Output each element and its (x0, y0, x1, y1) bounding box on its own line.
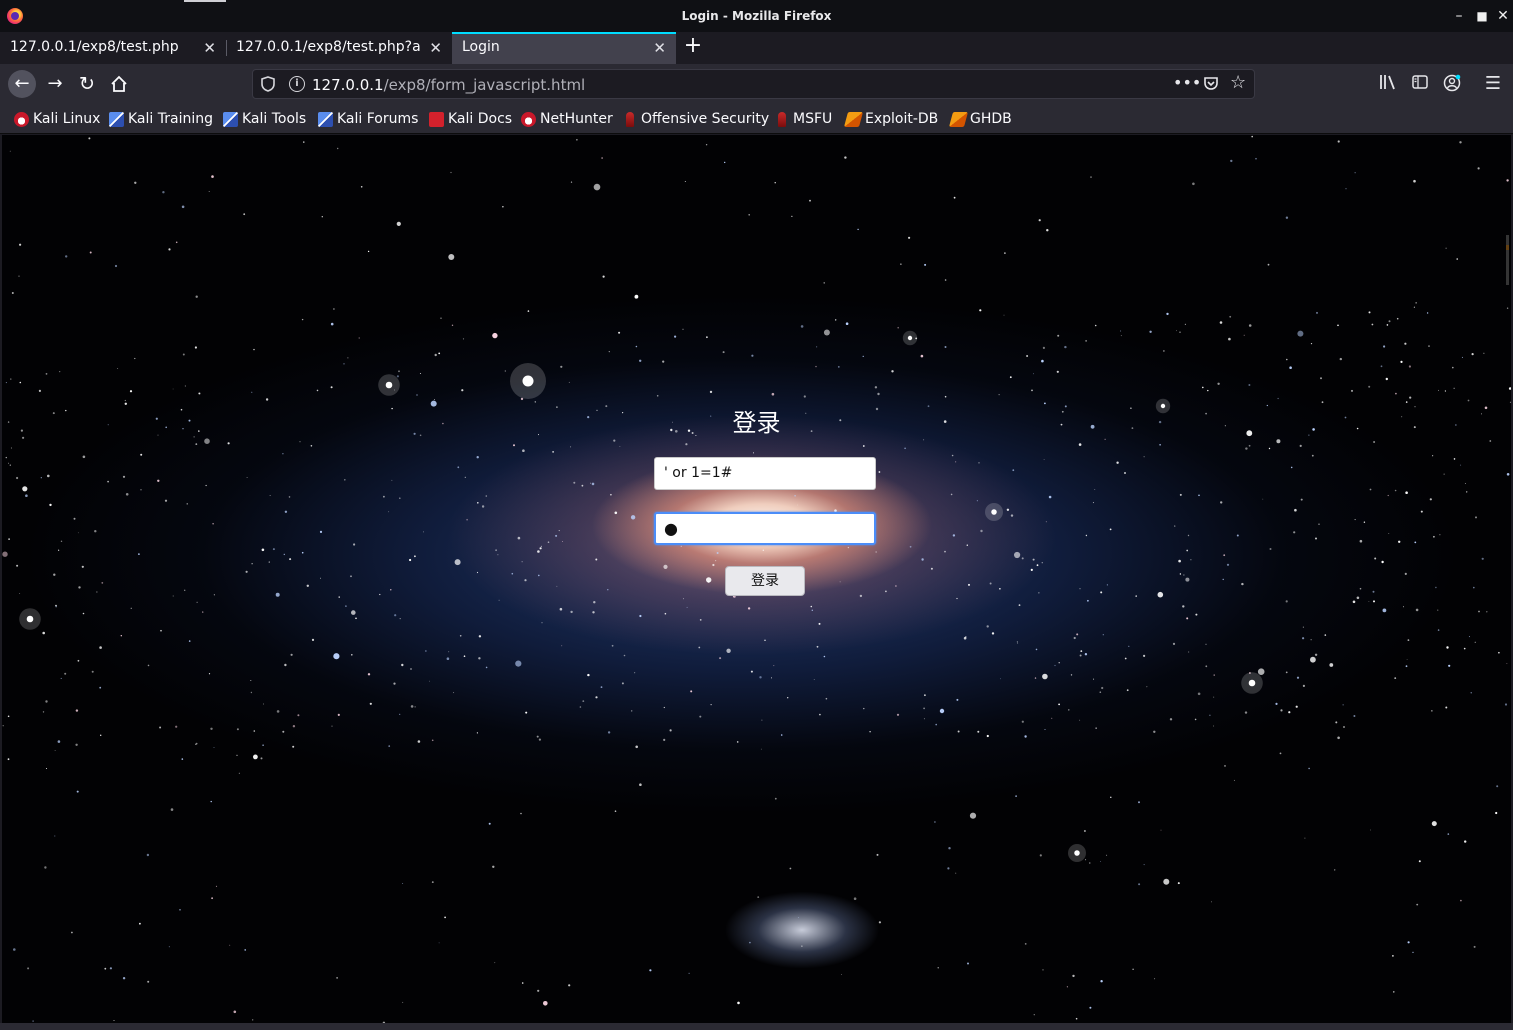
kali-docs-icon (429, 111, 444, 127)
close-tab-icon[interactable]: ✕ (429, 39, 442, 57)
bookmark-label: Exploit-DB (865, 111, 939, 127)
account-icon[interactable] (1442, 74, 1462, 94)
bookmark-label: MSFU (793, 111, 833, 127)
bookmark-label: Kali Docs (448, 111, 513, 127)
bookmark-msfu[interactable]: MSFU (774, 110, 832, 128)
exploitdb-icon (843, 111, 864, 127)
password-input[interactable]: ● (654, 512, 876, 545)
title-bar: Login - Mozilla Firefox – ■ ✕ (0, 0, 1513, 32)
browser-window: Login - Mozilla Firefox – ■ ✕ 127.0.0.1/… (0, 0, 1513, 1030)
bookmark-label: Kali Linux (33, 111, 101, 127)
minimize-icon[interactable]: – (1450, 7, 1468, 25)
bookmark-kali-training[interactable]: Kali Training (109, 110, 213, 128)
tab-login[interactable]: Login ✕ (452, 32, 676, 64)
window-title: Login - Mozilla Firefox (681, 9, 832, 23)
bookmark-label: Kali Training (128, 111, 213, 127)
offsec-icon (626, 111, 634, 127)
bookmark-label: NetHunter (540, 111, 613, 127)
home-icon[interactable] (105, 70, 133, 98)
bookmark-offensive-security[interactable]: Offensive Security (623, 110, 769, 128)
bookmarks-toolbar: Kali Linux Kali Training Kali Tools Kali… (0, 104, 1513, 134)
bookmark-exploit-db[interactable]: Exploit-DB (843, 110, 939, 128)
bookmark-star-icon[interactable]: ☆ (1230, 72, 1246, 93)
tracking-shield-icon[interactable] (261, 76, 275, 92)
workspace-indicator (184, 0, 226, 2)
address-bar[interactable]: i 127.0.0.1/exp8/form_javascript.html ••… (252, 69, 1255, 99)
tab-label: 127.0.0.1/exp8/test.php?a=/ (236, 39, 422, 55)
url-host: 127.0.0.1 (312, 76, 384, 94)
tab-test-php-query[interactable]: 127.0.0.1/exp8/test.php?a=/ ✕ (226, 32, 452, 64)
login-form: 登录 ' or 1=1# ● 登录 (2, 135, 1511, 1023)
bookmark-kali-linux[interactable]: Kali Linux (14, 110, 100, 128)
page-actions-icon[interactable]: ••• (1173, 73, 1201, 92)
close-window-icon[interactable]: ✕ (1494, 7, 1512, 25)
ghdb-icon (948, 111, 969, 127)
bookmark-kali-docs[interactable]: Kali Docs (429, 110, 512, 128)
url-text[interactable]: 127.0.0.1/exp8/form_javascript.html (312, 76, 585, 94)
nethunter-icon (521, 111, 536, 127)
bookmark-label: Kali Forums (337, 111, 419, 127)
library-icon[interactable] (1378, 74, 1398, 94)
close-tab-icon[interactable]: ✕ (653, 39, 666, 57)
tab-strip: 127.0.0.1/exp8/test.php ✕ 127.0.0.1/exp8… (0, 32, 1513, 64)
tab-test-php[interactable]: 127.0.0.1/exp8/test.php ✕ (0, 32, 227, 64)
sidebar-icon[interactable] (1410, 74, 1430, 94)
tab-label: Login (462, 39, 500, 55)
url-path: /exp8/form_javascript.html (383, 76, 586, 94)
navigation-toolbar: ← → ↻ i 127.0.0.1/exp8/form_javascript.h… (0, 64, 1513, 104)
close-tab-icon[interactable]: ✕ (203, 39, 216, 57)
username-input[interactable]: ' or 1=1# (654, 457, 876, 490)
msfu-icon (778, 111, 786, 127)
reload-icon[interactable]: ↻ (73, 70, 101, 98)
login-heading: 登录 (732, 409, 781, 437)
bookmark-ghdb[interactable]: GHDB (948, 110, 1012, 128)
login-submit-button[interactable]: 登录 (725, 566, 805, 596)
page-viewport: 登录 ' or 1=1# ● 登录 (2, 135, 1511, 1023)
kali-forums-icon (318, 111, 333, 127)
tab-label: 127.0.0.1/exp8/test.php (10, 39, 179, 55)
maximize-icon[interactable]: ■ (1473, 7, 1491, 25)
kali-training-icon (109, 111, 124, 127)
hamburger-menu-icon[interactable]: ☰ (1483, 74, 1503, 94)
site-info-icon[interactable]: i (289, 76, 305, 92)
bookmark-label: Kali Tools (242, 111, 307, 127)
kali-dragon-icon (14, 111, 29, 127)
new-tab-plus-icon[interactable]: + (682, 35, 704, 58)
pocket-icon[interactable] (1203, 75, 1219, 95)
window-bottom-edge (0, 1023, 1513, 1030)
kali-tools-icon (223, 111, 238, 127)
bookmark-nethunter[interactable]: NetHunter (521, 110, 613, 128)
bookmark-label: GHDB (970, 111, 1012, 127)
back-arrow-icon[interactable]: ← (8, 70, 36, 98)
forward-arrow-icon[interactable]: → (41, 70, 69, 98)
bookmark-kali-tools[interactable]: Kali Tools (223, 110, 306, 128)
bookmark-label: Offensive Security (641, 111, 770, 127)
bookmark-kali-forums[interactable]: Kali Forums (318, 110, 418, 128)
